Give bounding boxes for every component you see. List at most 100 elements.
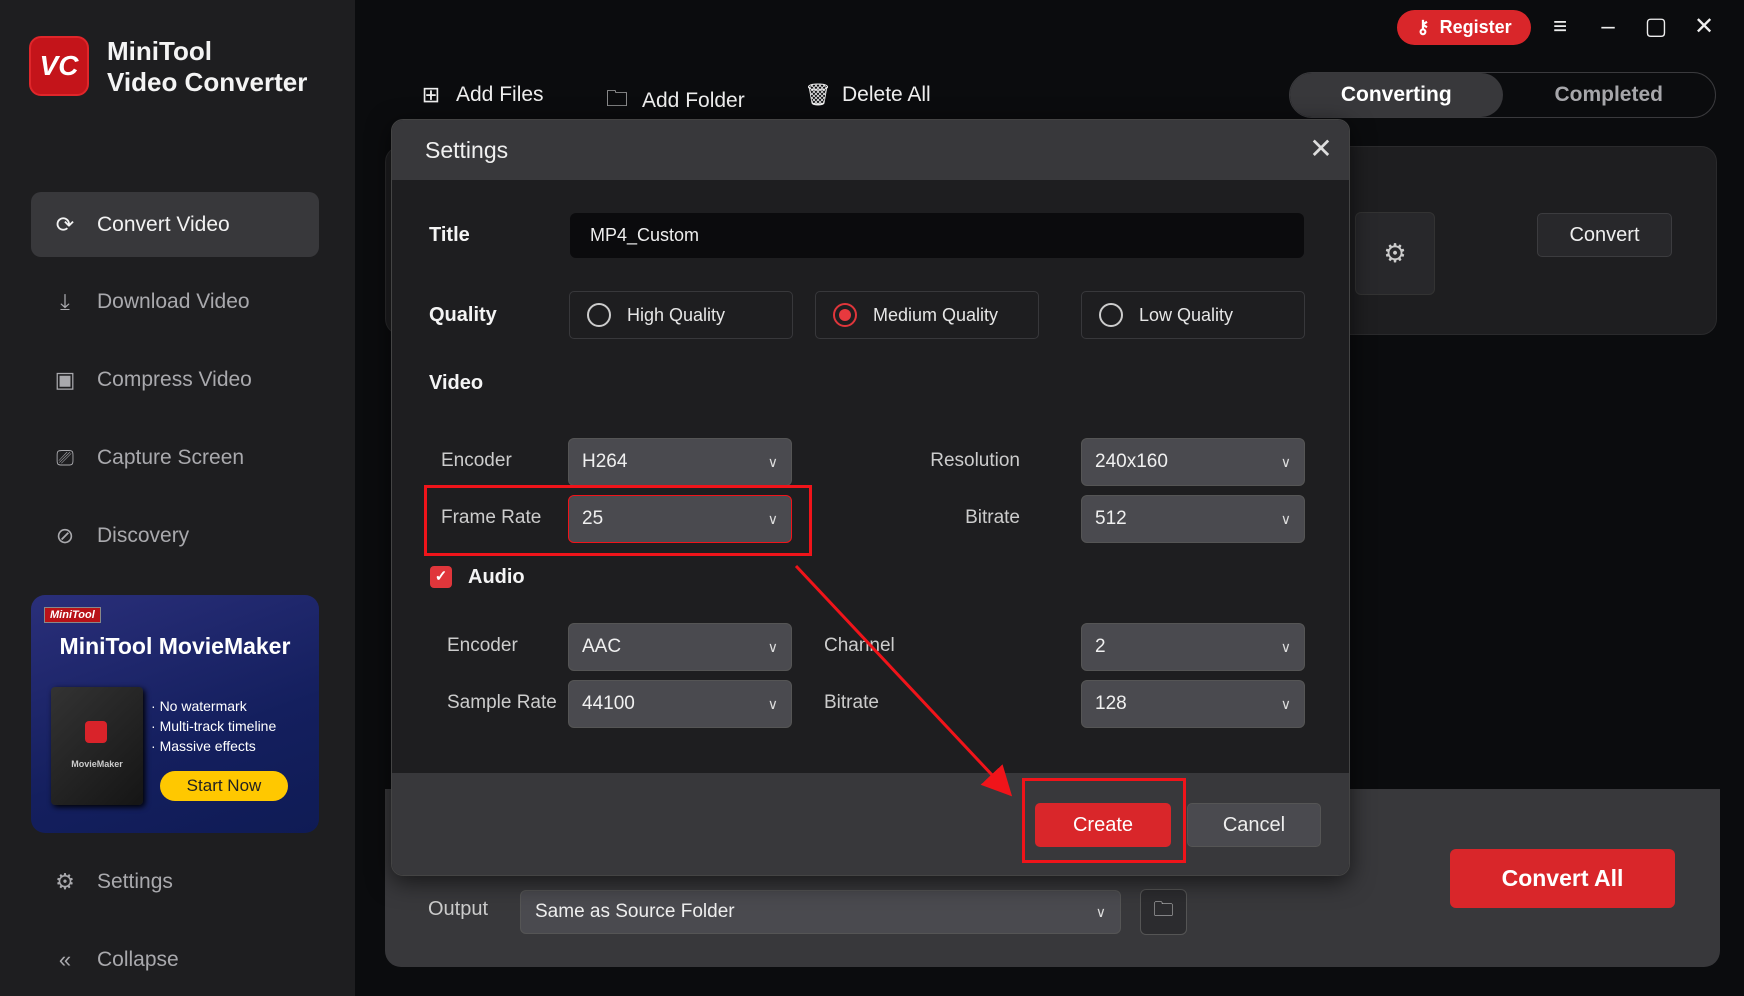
- sidebar-settings[interactable]: ⚙ Settings: [31, 849, 319, 914]
- add-files-label: Add Files: [456, 83, 544, 106]
- chevron-down-icon: ∨: [767, 695, 778, 712]
- chevron-down-icon: ∨: [767, 453, 778, 470]
- sidebar-item-discovery[interactable]: ⊘ Discovery: [31, 503, 319, 568]
- banner-features: · No watermark · Multi-track timeline · …: [151, 698, 277, 754]
- minitool-brand-logo: MiniTool: [44, 607, 101, 623]
- audio-encoder-label: Encoder: [447, 635, 518, 656]
- dialog-header: [392, 120, 1349, 180]
- start-now-button[interactable]: Start Now: [160, 771, 288, 801]
- tab-converting[interactable]: Converting: [1290, 73, 1503, 117]
- select-value: H264: [582, 451, 628, 472]
- minimize-icon[interactable]: –: [1593, 12, 1623, 42]
- select-value: 2: [1095, 636, 1106, 657]
- radio-circle: [833, 303, 857, 327]
- output-label: Output: [428, 898, 489, 920]
- close-icon[interactable]: ✕: [1304, 132, 1338, 166]
- trash-icon: 🗑: [804, 82, 832, 107]
- sidebar-item-label: Capture Screen: [97, 445, 245, 469]
- title-input[interactable]: [570, 213, 1304, 258]
- collapse-label: Collapse: [97, 947, 179, 971]
- sidebar-item-capture-screen[interactable]: ⎚ Capture Screen: [31, 425, 319, 490]
- convert-button[interactable]: Convert: [1537, 213, 1672, 257]
- output-select[interactable]: Same as Source Folder ∨: [520, 890, 1121, 934]
- sidebar-item-label: Compress Video: [97, 367, 252, 391]
- compass-icon: ⊘: [55, 522, 75, 548]
- gear-icon: ⚙: [55, 868, 75, 894]
- chevron-down-icon: ∨: [1280, 695, 1291, 712]
- frame-rate-highlight: [424, 485, 812, 556]
- settings-dialog: Settings ✕ Title Quality High Quality Me…: [391, 119, 1350, 876]
- settings-label: Settings: [97, 869, 173, 893]
- file-settings-icon[interactable]: ⚙: [1355, 212, 1435, 295]
- chevron-down-icon: ∨: [1280, 510, 1291, 527]
- box-label: MovieMaker: [71, 759, 123, 769]
- radio-label: Low Quality: [1139, 304, 1234, 325]
- audio-checkbox[interactable]: ✓: [430, 566, 452, 588]
- feature: No watermark: [159, 698, 247, 714]
- sidebar-item-label: Discovery: [97, 523, 190, 547]
- audio-label: Audio: [468, 566, 525, 588]
- dialog-title: Settings: [425, 137, 509, 163]
- resolution-select[interactable]: 240x160 ∨: [1081, 438, 1305, 486]
- create-highlight: [1022, 778, 1186, 863]
- menu-icon[interactable]: ≡: [1545, 12, 1575, 42]
- radio-circle: [587, 303, 611, 327]
- sidebar-collapse[interactable]: « Collapse: [31, 927, 319, 992]
- video-encoder-label: Encoder: [441, 450, 512, 471]
- chevron-down-icon: ∨: [1095, 903, 1106, 920]
- audio-bitrate-select[interactable]: 128 ∨: [1081, 680, 1305, 728]
- camera-icon: ⎚: [56, 444, 74, 470]
- radio-high-quality[interactable]: High Quality: [569, 291, 793, 339]
- maximize-icon[interactable]: ▢: [1641, 12, 1671, 42]
- tab-completed[interactable]: Completed: [1503, 73, 1716, 117]
- register-button[interactable]: ⚷ Register: [1397, 10, 1531, 45]
- collapse-icon: «: [58, 946, 72, 972]
- delete-all-label: Delete All: [842, 83, 931, 106]
- sidebar-item-compress-video[interactable]: ▣ Compress Video: [31, 347, 319, 412]
- chevron-down-icon: ∨: [767, 638, 778, 655]
- convert-icon: ⟳: [55, 211, 75, 237]
- moviemaker-box-image: MovieMaker: [51, 687, 143, 805]
- video-bitrate-select[interactable]: 512 ∨: [1081, 495, 1305, 543]
- close-icon[interactable]: ✕: [1689, 12, 1719, 42]
- channel-label: Channel: [824, 635, 895, 656]
- sidebar-item-download-video[interactable]: ⤓ Download Video: [31, 269, 319, 334]
- key-icon: ⚷: [1416, 17, 1430, 37]
- sample-rate-select[interactable]: 44100 ∨: [568, 680, 792, 728]
- radio-label: High Quality: [627, 304, 726, 325]
- radio-low-quality[interactable]: Low Quality: [1081, 291, 1305, 339]
- delete-all-button[interactable]: 🗑 Delete All: [804, 82, 931, 108]
- select-value: 128: [1095, 693, 1127, 714]
- sidebar-item-label: Download Video: [97, 289, 250, 313]
- quality-label: Quality: [429, 304, 497, 326]
- add-files-button[interactable]: ⊞ Add Files: [418, 82, 544, 108]
- feature: Multi-track timeline: [159, 718, 277, 734]
- register-label: Register: [1439, 17, 1512, 37]
- sidebar-item-convert-video[interactable]: ⟳ Convert Video: [31, 192, 319, 257]
- video-bitrate-label: Bitrate: [965, 507, 1020, 528]
- compress-icon: ▣: [54, 366, 76, 392]
- select-value: 44100: [582, 693, 635, 714]
- output-value: Same as Source Folder: [535, 901, 735, 922]
- select-value: 512: [1095, 508, 1127, 529]
- cancel-button[interactable]: Cancel: [1187, 803, 1321, 847]
- app-logo: VC: [29, 36, 89, 96]
- feature: Massive effects: [159, 738, 256, 754]
- banner-title: MiniTool MovieMaker: [59, 633, 291, 659]
- app-title-line1: MiniTool: [107, 36, 212, 66]
- add-folder-button[interactable]: 🗀 Add Folder: [604, 82, 745, 120]
- sidebar: VC MiniTool Video Converter ⟳ Convert Vide…: [0, 0, 355, 996]
- folder-icon[interactable]: 🗀: [1140, 889, 1187, 935]
- channel-select[interactable]: 2 ∨: [1081, 623, 1305, 671]
- chevron-down-icon: ∨: [1280, 638, 1291, 655]
- moviemaker-ad-banner[interactable]: MiniTool MiniTool MovieMaker MovieMaker …: [31, 595, 319, 833]
- radio-medium-quality[interactable]: Medium Quality: [815, 291, 1039, 339]
- audio-encoder-select[interactable]: AAC ∨: [568, 623, 792, 671]
- select-value: AAC: [582, 636, 622, 657]
- convert-all-button[interactable]: Convert All: [1450, 849, 1675, 908]
- app-title: MiniTool Video Converter: [107, 36, 307, 98]
- sidebar-item-label: Convert Video: [97, 212, 230, 236]
- video-encoder-select[interactable]: H264 ∨: [568, 438, 792, 486]
- radio-label: Medium Quality: [873, 304, 999, 325]
- plus-square-icon: ⊞: [421, 82, 441, 107]
